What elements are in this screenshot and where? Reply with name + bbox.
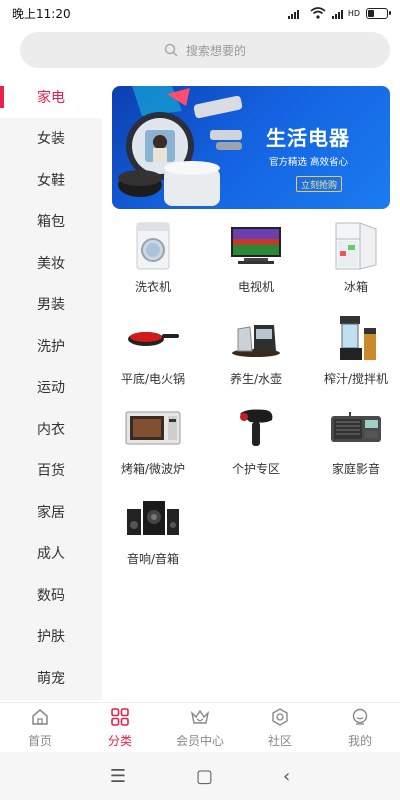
sidebar-item-label: 运动 [37,380,65,397]
status-time: 晚上11:20 [12,6,71,21]
signal-icon [331,10,343,19]
product-category-label: 养生/水壶 [229,372,283,386]
banner-buy-button[interactable]: 立刻抢购 [296,176,342,192]
home-nav-icon[interactable]: ▢ [196,766,213,787]
washing-machine-icon [123,218,183,274]
profile-icon [350,707,370,730]
product-category-item[interactable]: 冰箱 [307,218,400,308]
product-category-item[interactable]: 电视机 [207,218,305,308]
status-bar: 晚上11:20 HD [0,0,400,26]
sidebar-item-label: 家居 [37,504,65,521]
product-category-item[interactable]: 榨汁/搅拌机 [307,310,400,400]
tv-icon [226,218,286,274]
kettle-icon [226,310,286,366]
search-bar[interactable]: 搜索想要的 [20,32,390,68]
category-sidebar: 家电女装女鞋箱包美妆男装洗护运动内衣百货家居成人数码护肤萌宠 [0,76,102,700]
product-category-item[interactable]: 音响/音箱 [104,490,202,580]
product-category-item[interactable]: 平底/电火锅 [104,310,202,400]
product-category-label: 洗衣机 [134,280,171,294]
product-category-item[interactable]: 家庭影音 [307,400,400,490]
tab-label: 我的 [347,733,372,748]
sidebar-item[interactable]: 女装 [0,118,102,160]
sidebar-item-label: 女装 [37,131,65,148]
sidebar-item[interactable]: 萌宠 [0,657,102,699]
product-category-label: 家庭影音 [331,462,380,476]
tab-label: 社区 [267,733,292,748]
sidebar-item[interactable]: 女鞋 [0,159,102,201]
home-icon [30,707,50,730]
sidebar-item[interactable]: 家居 [0,491,102,533]
speaker-icon [123,490,183,546]
community-icon [270,707,290,730]
product-category-label: 个护专区 [231,462,280,476]
tab-crown[interactable]: 会员中心 [160,703,240,752]
microwave-icon [123,400,183,456]
sidebar-item[interactable]: 箱包 [0,201,102,243]
product-category-label: 音响/音箱 [126,552,180,566]
sidebar-item[interactable]: 男装 [0,284,102,326]
hairdryer-icon [226,400,286,456]
sidebar-item[interactable]: 家电 [0,76,102,118]
sidebar-item-label: 萌宠 [37,670,65,687]
banner-products-image [118,86,243,206]
sidebar-item-label: 男装 [37,297,65,314]
sidebar-item-label: 箱包 [37,214,65,231]
sidebar-item[interactable]: 数码 [0,574,102,616]
crown-icon [190,707,210,730]
fridge-icon [326,218,386,274]
sidebar-item[interactable]: 运动 [0,367,102,409]
sidebar-item[interactable]: 洗护 [0,325,102,367]
product-category-label: 冰箱 [343,280,368,294]
banner-title: 生活电器 [266,126,350,150]
sidebar-item-label: 护肤 [37,629,65,646]
sidebar-item-label: 内衣 [37,421,65,438]
back-nav-icon[interactable]: ‹ [283,766,290,787]
product-category-item[interactable]: 烤箱/微波炉 [104,400,202,490]
product-category-item[interactable]: 养生/水壶 [207,310,305,400]
tab-label: 首页 [27,733,52,748]
product-category-label: 烤箱/微波炉 [120,462,186,476]
sidebar-item[interactable]: 百货 [0,450,102,492]
wifi-icon [310,7,326,19]
pan-icon [123,310,183,366]
sidebar-item[interactable]: 内衣 [0,408,102,450]
radio-icon [326,400,386,456]
sidebar-item-label: 洗护 [37,338,65,355]
banner-subtitle: 官方精选 高效省心 [269,157,349,168]
tab-label: 分类 [107,733,132,748]
product-category-item[interactable]: 个护专区 [207,400,305,490]
sidebar-item[interactable]: 美妆 [0,242,102,284]
search-icon [164,43,178,57]
product-category-label: 榨汁/搅拌机 [323,372,389,386]
tab-label: 会员中心 [175,733,224,748]
sidebar-item[interactable]: 成人 [0,533,102,575]
juicer-icon [326,310,386,366]
sidebar-item-label: 成人 [37,546,65,563]
sidebar-item-label: 数码 [37,587,65,604]
sidebar-item-label: 百货 [37,463,65,480]
tab-community[interactable]: 社区 [240,703,320,752]
sidebar-item-label: 家电 [37,89,65,106]
tab-category[interactable]: 分类 [80,703,160,752]
sidebar-item[interactable]: 护肤 [0,616,102,658]
search-placeholder: 搜索想要的 [185,43,246,58]
product-category-label: 平底/电火锅 [120,372,186,386]
tab-home[interactable]: 首页 [0,703,80,752]
product-category-item[interactable]: 洗衣机 [104,218,202,308]
bottom-tab-bar: 首页 分类 会员中心 社区 我的 [0,702,400,752]
product-category-label: 电视机 [237,280,274,294]
sidebar-item-label: 美妆 [37,255,65,272]
system-nav-bar: ☰ ▢ ‹ [0,752,400,800]
signal-icon [287,10,299,19]
status-icons: HD [287,7,391,19]
tab-profile[interactable]: 我的 [320,703,400,752]
sidebar-item-label: 女鞋 [37,172,65,189]
battery-icon [366,7,391,19]
promo-banner[interactable]: 生活电器 官方精选 高效省心 立刻抢购 [112,86,390,209]
hd-badge: HD [347,8,360,18]
category-icon [110,707,130,730]
menu-nav-icon[interactable]: ☰ [110,766,126,787]
